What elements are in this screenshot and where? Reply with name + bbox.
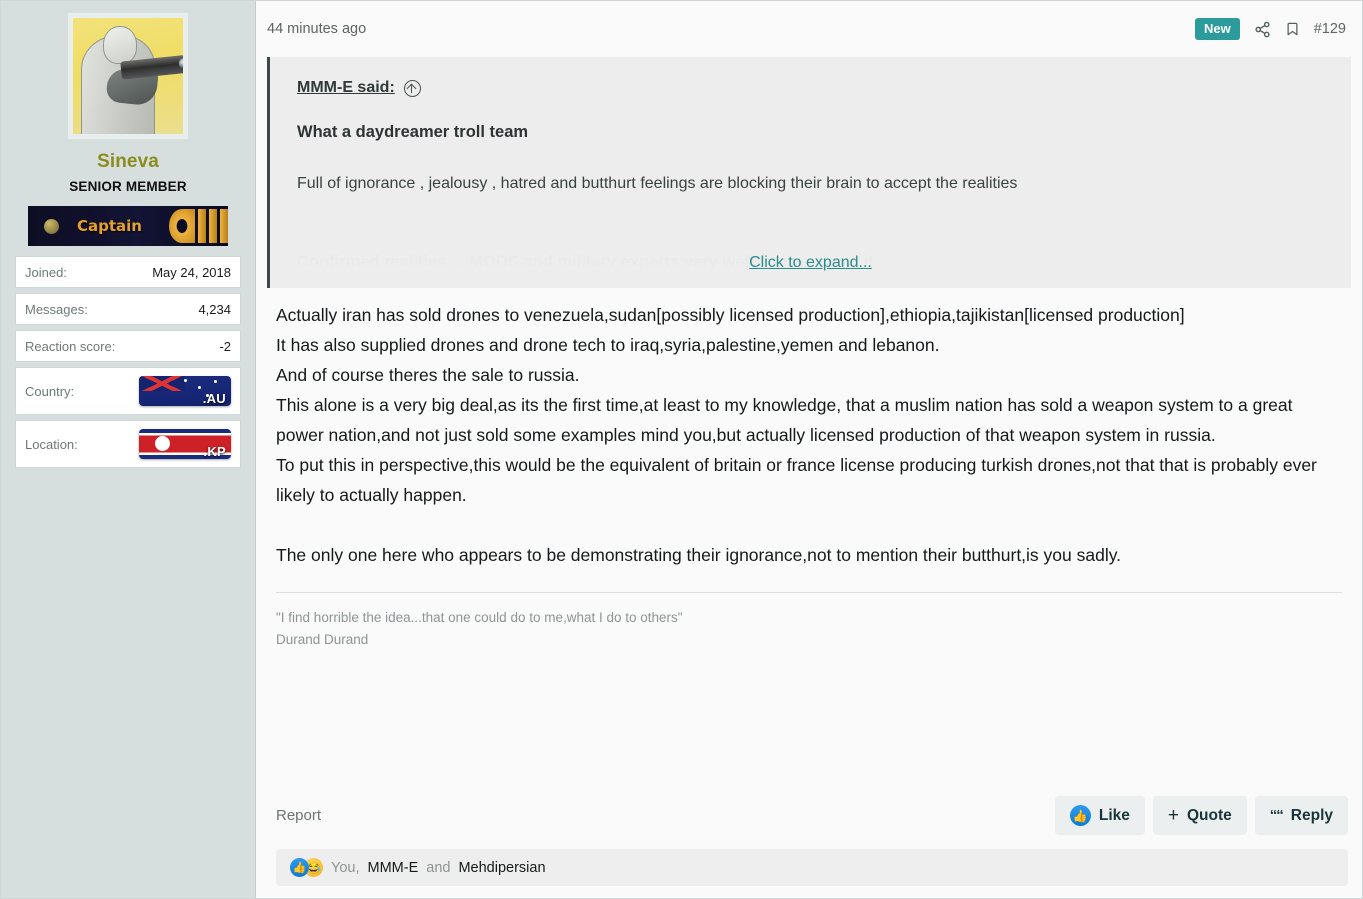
body-paragraph: This alone is a very big deal,as its the… xyxy=(276,395,1293,445)
jump-to-quoted-post-icon[interactable] xyxy=(403,79,421,97)
australia-flag-icon: .AU xyxy=(139,376,231,406)
info-label: Location: xyxy=(25,436,78,452)
info-row-messages: Messages: 4,234 xyxy=(15,293,241,325)
click-to-expand-link[interactable]: Click to expand... xyxy=(749,254,872,272)
post-actions: 👍 Like + Quote ““ Reply xyxy=(1054,796,1348,835)
rank-insignia-icon xyxy=(169,206,228,246)
bookmark-icon[interactable] xyxy=(1285,20,1300,38)
info-value: May 24, 2018 xyxy=(152,264,231,280)
avatar[interactable] xyxy=(68,13,188,139)
info-row-reaction-score: Reaction score: -2 xyxy=(15,330,241,362)
quote-button[interactable]: + Quote xyxy=(1152,796,1247,835)
rank-banner: Captain xyxy=(28,206,228,246)
reaction-user-2[interactable]: Mehdipersian xyxy=(458,860,545,876)
info-value: 4,234 xyxy=(198,301,231,317)
post-message-body: Actually iran has sold drones to venezue… xyxy=(266,288,1352,570)
body-paragraph: And of course theres the sale to russia. xyxy=(276,365,580,385)
like-button-label: Like xyxy=(1098,806,1130,824)
info-row-joined: Joined: May 24, 2018 xyxy=(15,256,241,288)
user-signature: "I find horrible the idea...that one cou… xyxy=(276,592,1342,651)
username[interactable]: Sineva xyxy=(97,151,159,173)
info-row-location: Location: .KP xyxy=(15,420,241,468)
info-label: Messages: xyxy=(25,301,88,317)
info-label: Reaction score: xyxy=(25,338,116,354)
post-header: 44 minutes ago New #129 xyxy=(266,1,1352,57)
reply-button-label: Reply xyxy=(1290,806,1333,824)
rank-label: Captain xyxy=(77,217,142,235)
like-button[interactable]: 👍 Like xyxy=(1054,796,1145,835)
quoted-post: MMM-E said: What a daydreamer troll team… xyxy=(267,57,1351,288)
body-paragraph-final: The only one here who appears to be demo… xyxy=(276,545,1122,565)
reply-button[interactable]: ““ Reply xyxy=(1254,796,1348,835)
signature-attribution: Durand Durand xyxy=(276,632,369,647)
info-row-country: Country: .AU xyxy=(15,367,241,415)
quote-heading: What a daydreamer troll team xyxy=(297,123,529,141)
rank-emblem-icon xyxy=(44,218,59,234)
post-user-sidebar: Sineva SENIOR MEMBER Captain Joined: May… xyxy=(1,1,256,898)
quote-expand-overlay: Click to expand... xyxy=(270,224,1351,288)
thumbs-up-icon: 👍 xyxy=(1069,805,1091,826)
reaction-emojis: 👍 😂 xyxy=(290,858,323,877)
reactions-bar[interactable]: 👍 😂 You, MMM-E and Mehdipersian xyxy=(276,849,1348,886)
share-icon[interactable] xyxy=(1254,21,1271,38)
user-title: SENIOR MEMBER xyxy=(69,179,187,194)
info-label: Joined: xyxy=(25,264,67,280)
north-korea-flag-icon: .KP xyxy=(139,429,231,459)
reaction-conjunction: and xyxy=(426,859,451,876)
quote-line: Full of ignorance , jealousy , hatred an… xyxy=(297,175,1018,192)
thumbs-up-reaction-icon: 👍 xyxy=(290,858,309,877)
signature-quote: "I find horrible the idea...that one cou… xyxy=(276,610,683,625)
avatar-figure-head xyxy=(103,26,137,64)
new-badge: New xyxy=(1195,18,1240,40)
post-number[interactable]: #129 xyxy=(1314,21,1346,37)
info-value: -2 xyxy=(219,338,231,354)
country-tld: .AU xyxy=(202,391,226,406)
quote-author-link[interactable]: MMM-E said: xyxy=(297,79,395,97)
quote-attribution: MMM-E said: xyxy=(297,79,1325,97)
reaction-you: You, xyxy=(331,859,360,876)
quote-button-label: Quote xyxy=(1187,806,1232,824)
post-timestamp[interactable]: 44 minutes ago xyxy=(267,21,366,37)
user-info-table: Joined: May 24, 2018 Messages: 4,234 Rea… xyxy=(15,256,241,473)
forum-post: Sineva SENIOR MEMBER Captain Joined: May… xyxy=(0,0,1363,899)
info-label: Country: xyxy=(25,383,75,399)
plus-icon: + xyxy=(1167,805,1179,826)
quote-marks-icon: ““ xyxy=(1269,807,1284,824)
post-content-column: 44 minutes ago New #129 MMM-E said: What… xyxy=(256,1,1362,898)
reaction-user-1[interactable]: MMM-E xyxy=(368,860,419,876)
post-header-actions: New #129 xyxy=(1195,18,1346,40)
body-paragraph: It has also supplied drones and drone te… xyxy=(276,335,940,355)
body-paragraph: To put this in perspective,this would be… xyxy=(276,455,1317,505)
post-footer: Report 👍 Like + Quote ““ Reply xyxy=(266,778,1352,835)
body-paragraph: Actually iran has sold drones to venezue… xyxy=(276,305,1185,325)
report-link[interactable]: Report xyxy=(276,807,321,824)
location-tld: .KP xyxy=(203,444,226,459)
